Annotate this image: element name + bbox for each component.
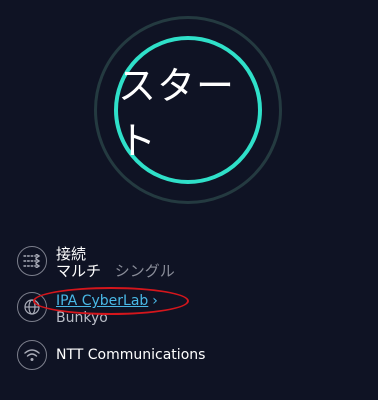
wifi-icon — [17, 340, 47, 370]
connection-text: 接続 マルチ シングル — [56, 246, 175, 280]
server-text: IPA CyberLab › Bunkyo — [56, 292, 158, 326]
server-name-link[interactable]: IPA CyberLab — [56, 293, 148, 309]
server-location: Bunkyo — [56, 310, 108, 326]
connection-label: 接続 — [56, 245, 87, 263]
connection-option-single[interactable]: シングル — [115, 262, 175, 280]
isp-row: NTT Communications — [17, 340, 205, 370]
connection-options: マルチ シングル — [56, 263, 175, 280]
start-button[interactable]: スタート — [114, 36, 262, 184]
server-row: IPA CyberLab › Bunkyo — [17, 292, 158, 326]
isp-text: NTT Communications — [56, 340, 205, 370]
start-button-container: スタート — [94, 16, 282, 204]
start-button-label: スタート — [118, 64, 236, 163]
isp-name: NTT Communications — [56, 347, 206, 363]
chevron-right-icon[interactable]: › — [152, 293, 158, 309]
connection-option-multi[interactable]: マルチ — [56, 262, 101, 280]
connection-row: 接続 マルチ シングル — [17, 246, 175, 280]
speedtest-screen: スタート 接続 マルチ シングル IPA CyberLab › Bunkyo N… — [0, 0, 378, 400]
connections-icon — [17, 246, 47, 276]
globe-icon — [17, 292, 47, 322]
server-link-line: IPA CyberLab › — [56, 292, 158, 310]
